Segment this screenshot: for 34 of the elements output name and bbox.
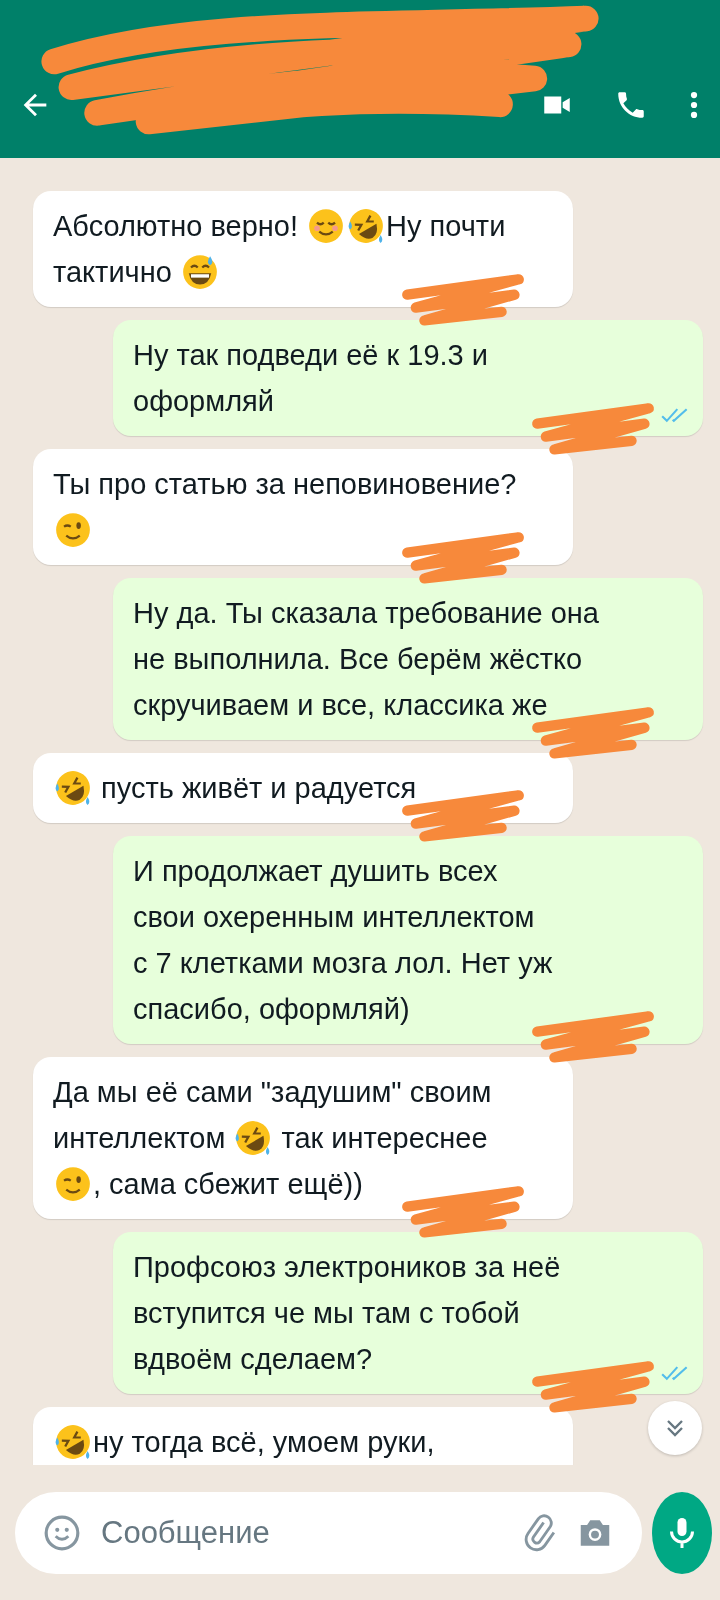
message-text: ну тогда всё, умоем руки,	[93, 1425, 435, 1460]
message-text: Ты про статью за неповиновение?	[53, 467, 517, 502]
winking-emoji-icon	[55, 512, 91, 548]
message-field[interactable]: Сообщение	[99, 1513, 502, 1552]
laughing-emoji-icon	[55, 770, 91, 806]
message-text: И продолжает душить всех	[133, 854, 498, 889]
message-text: Ну так подведи её к 19.3 и	[133, 338, 488, 373]
message-text: интеллектом	[53, 1121, 227, 1156]
laughing-emoji-icon	[348, 208, 385, 244]
message-text: так интереснее	[280, 1121, 488, 1156]
message-text: Профсоюз электроников за неё	[133, 1250, 561, 1285]
message-input[interactable]: Сообщение	[15, 1491, 642, 1574]
message-text: с 7 клетками мозга лол. Нет уж	[133, 946, 553, 981]
message-text: скручиваем и все, классика же	[133, 688, 548, 723]
message-text: Ну почти	[386, 209, 506, 244]
message-text: пусть живёт и радуется	[100, 771, 417, 806]
laughing-emoji-icon	[55, 1424, 91, 1460]
message-text: , сама сбежит ещё))	[93, 1167, 363, 1202]
message-text: не выполнила. Все берём жёстко	[133, 642, 583, 677]
message-text: вступится че мы там с тобой	[133, 1296, 520, 1331]
message-text: Абсолютно верно!	[53, 209, 299, 244]
message-text: вдвоём сделаем?	[133, 1342, 373, 1377]
message-text: оформляй	[133, 384, 274, 419]
winking-emoji-icon	[55, 1166, 91, 1202]
message-text: тактично	[53, 255, 173, 290]
relieved-emoji-icon	[308, 208, 345, 244]
grinning-sweat-emoji-icon	[181, 254, 218, 290]
message-text: свои охеренным интеллектом	[133, 900, 535, 935]
message-text: Ну да. Ты сказала требование она	[133, 596, 599, 631]
scroll-down-button[interactable]	[648, 1401, 702, 1455]
message-text: спасибо, оформляй)	[133, 992, 410, 1027]
message-text: Да мы её сами "задушим" своим	[53, 1075, 492, 1110]
smiley-icon[interactable]	[43, 1513, 81, 1552]
laughing-emoji-icon	[235, 1120, 272, 1156]
